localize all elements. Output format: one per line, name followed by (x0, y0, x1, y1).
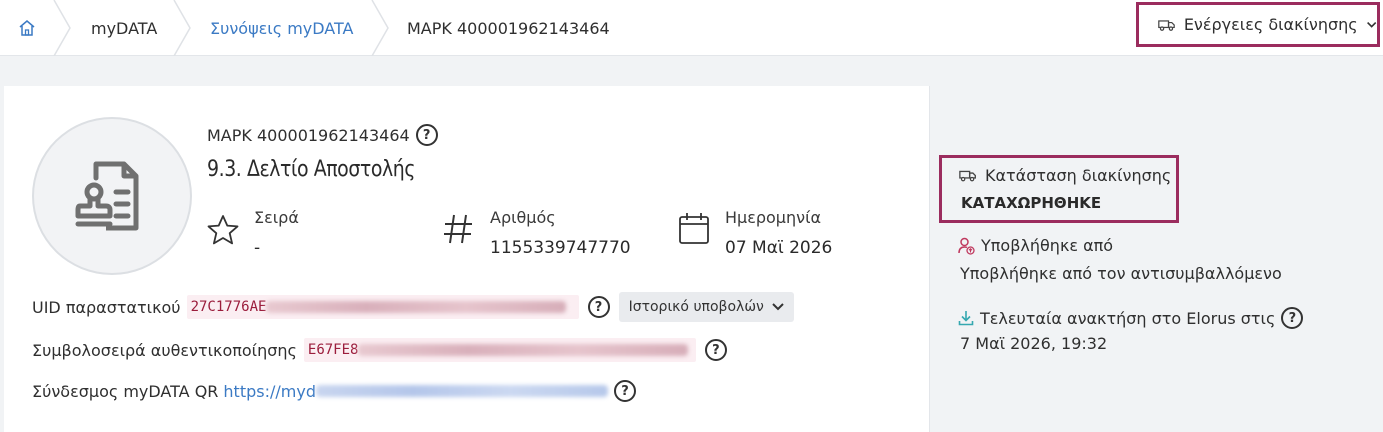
breadcrumb-separator (173, 0, 191, 56)
calendar-icon (679, 213, 709, 244)
auth-row: Συμβολοσειρά αυθεντικοποίησης E67FE8 ? (32, 338, 727, 362)
number-value: 1155339747770 (490, 238, 631, 258)
breadcrumb-separator (53, 0, 71, 56)
stamped-document-icon (75, 161, 139, 231)
movement-status-label: Κατάσταση διακίνησης (985, 166, 1172, 185)
uid-value: 27C1776AE (186, 295, 579, 319)
qr-label: Σύνδεσμος myDATA QR (32, 381, 219, 401)
redacted-area (315, 385, 608, 397)
movement-actions-label: Ενέργειες διακίνησης (1183, 15, 1358, 34)
breadcrumb-separator (371, 0, 389, 56)
home-icon (19, 20, 35, 36)
help-icon[interactable]: ? (613, 380, 636, 402)
number-label: Αριθμός (490, 208, 556, 227)
movement-status-label-row: Κατάσταση διακίνησης (959, 166, 1176, 185)
auth-label: Συμβολοσειρά αυθεντικοποίησης (32, 340, 297, 360)
breadcrumb-home[interactable] (14, 0, 40, 56)
submission-history-label: Ιστορικό υποβολών (628, 299, 764, 315)
hash-icon (444, 214, 472, 244)
document-avatar (32, 117, 192, 275)
last-fetch-label-row: Τελευταία ανακτήση στο Elorus στις ? (958, 307, 1304, 329)
submitted-by-label-row: Υποβλήθηκε από (958, 236, 1113, 255)
last-fetch-value: 7 Μαϊ 2026, 19:32 (960, 334, 1108, 353)
submission-history-button[interactable]: Ιστορικό υποβολών (618, 292, 794, 322)
last-fetch-label: Τελευταία ανακτήση στο Elorus στις (980, 308, 1276, 328)
document-title: 9.3. Δελτίο Αποστολής (207, 157, 415, 182)
date-label: Ημερομηνία (725, 208, 822, 227)
help-icon[interactable]: ? (415, 124, 438, 146)
redacted-area (266, 301, 567, 313)
truck-icon (959, 170, 976, 182)
chevron-down-icon (1366, 21, 1376, 28)
uid-value-text: 27C1776AE (190, 299, 267, 315)
qr-link[interactable]: https://myd (223, 382, 316, 401)
submitted-by-value: Υποβλήθηκε από τον αντισυμβαλλόμενο (960, 264, 1282, 283)
breadcrumb-summaries[interactable]: Συνόψεις myDATA (210, 0, 353, 56)
redacted-area (358, 344, 689, 356)
help-icon[interactable]: ? (1281, 307, 1304, 329)
auth-value: E67FE8 (303, 338, 696, 362)
user-upload-icon (958, 237, 975, 255)
document-mark-text: ΜΑΡΚ 400001962143464 (207, 125, 410, 145)
star-icon (207, 215, 239, 245)
uid-row: UID παραστατικού 27C1776AE ? Ιστορικό υπ… (32, 292, 794, 322)
movement-status-box: Κατάσταση διακίνησης ΚΑΤΑΧΩΡΗΘΗΚΕ (939, 155, 1179, 223)
movement-actions-button[interactable]: Ενέργειες διακίνησης (1136, 2, 1380, 47)
series-label: Σειρά (254, 208, 299, 227)
series-value: - (254, 238, 261, 258)
breadcrumb-current: ΜΑΡΚ 400001962143464 (407, 18, 610, 38)
help-icon[interactable]: ? (704, 339, 727, 361)
download-icon (958, 311, 974, 326)
document-mark: ΜΑΡΚ 400001962143464 ? (207, 124, 438, 146)
side-panel (929, 86, 1383, 432)
submitted-by-label: Υποβλήθηκε από (981, 236, 1114, 255)
uid-label: UID παραστατικού (32, 297, 181, 317)
truck-icon (1158, 19, 1175, 31)
top-bar: myDATA Συνόψεις myDATA ΜΑΡΚ 400001962143… (0, 0, 1383, 56)
date-value: 07 Μαϊ 2026 (725, 238, 833, 258)
breadcrumb-mydata[interactable]: myDATA (91, 0, 157, 56)
qr-row: Σύνδεσμος myDATA QR https://myd ? (32, 380, 636, 402)
movement-status-value: ΚΑΤΑΧΩΡΗΘΗΚΕ (961, 194, 1102, 212)
chevron-down-icon (772, 303, 784, 311)
help-icon[interactable]: ? (587, 296, 610, 318)
auth-value-text: E67FE8 (307, 342, 359, 358)
